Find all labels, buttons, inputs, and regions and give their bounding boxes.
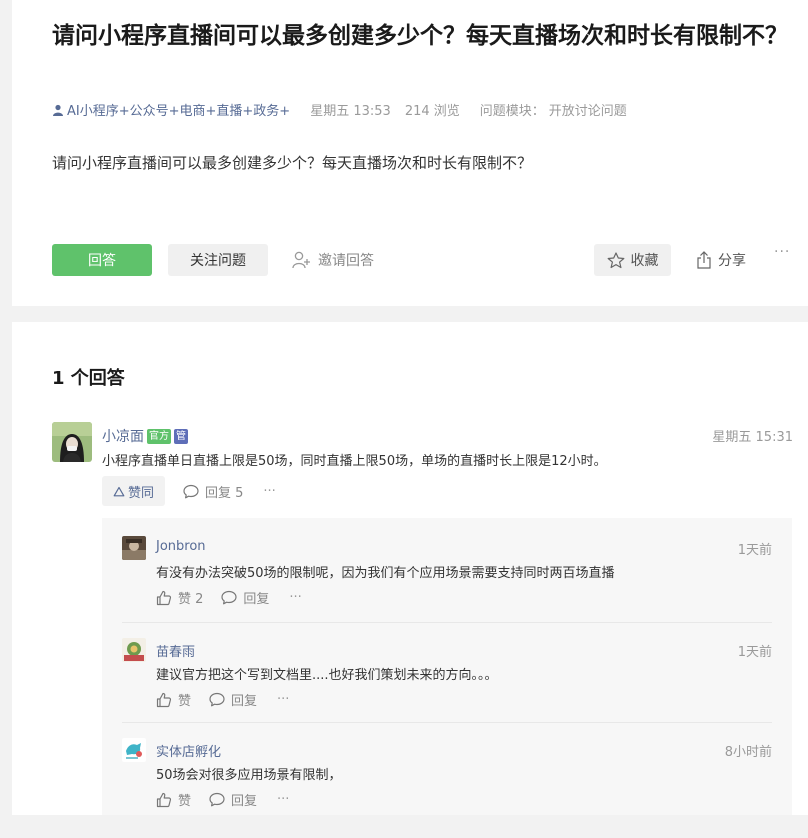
reply-actions: 赞 2 回复 ··· [156,588,302,607]
thumbs-up-icon [156,792,172,807]
reply-reply-label: 回复 [231,694,258,709]
reply-avatar[interactable] [122,536,146,560]
answer-reply-button[interactable]: 回复 5 [183,482,243,501]
reply-content: 有没有办法突破50场的限制呢，因为我们有个应用场景需要支持同时两百场直播 [156,566,615,581]
reply-more-button[interactable]: ··· [277,692,289,707]
answer-author-name[interactable]: 小凉面 [102,426,144,446]
collect-label: 收藏 [630,253,659,269]
reply-more-button[interactable]: ··· [277,792,289,807]
answer-more-button[interactable]: ··· [263,484,275,499]
thumbs-up-icon [156,692,172,707]
question-views: 214 浏览 [404,104,460,119]
reply-divider [122,722,772,723]
question-author-name: AI小程序+公众号+电商+直播+政务+ [67,104,291,119]
reply-time: 1天前 [737,543,772,558]
reply-content: 建议官方把这个写到文档里....也好我们策划未来的方向。。。 [156,668,498,683]
answer-author-row: 小凉面 官方 管 [102,426,188,446]
reply-actions: 赞 回复 ··· [156,790,289,809]
reply-author-name[interactable]: 实体店孵化 [156,741,221,760]
reply-time: 1天前 [737,645,772,660]
answer-reply-label: 回复 5 [205,485,244,501]
replies-panel: Jonbron 1天前 有没有办法突破50场的限制呢，因为我们有个应用场景需要支… [102,518,792,815]
comment-icon [221,590,238,605]
reply-author-name[interactable]: Jonbron [156,539,206,554]
reply-avatar-image [122,738,146,762]
answers-card: 1 个回答 小凉面 官方 管 星期五 15:31 小程序直播单日直播上限是50场… [12,322,808,815]
answer-actions: 赞同 回复 5 ··· [102,476,276,506]
answer-time: 星期五 15:31 [712,430,793,445]
reply-more-button[interactable]: ··· [289,590,301,605]
reply-actions: 赞 回复 ··· [156,690,289,709]
invite-user-icon [292,251,310,269]
question-author-link[interactable]: AI小程序+公众号+电商+直播+政务+ [52,100,290,119]
triangle-up-icon [113,486,125,496]
share-button[interactable]: 分享 [696,244,746,276]
reply-item: 实体店孵化 8小时前 50场会对很多应用场景有限制， 赞 回复 ··· [122,738,772,838]
agree-button[interactable]: 赞同 [102,476,165,506]
question-meta: AI小程序+公众号+电商+直播+政务+ 星期五 13:53 214 浏览 问题模… [52,100,627,119]
reply-content: 50场会对很多应用场景有限制， [156,768,342,783]
share-icon [697,251,711,269]
reply-avatar[interactable] [122,638,146,662]
more-options-button[interactable]: ··· [774,244,790,272]
answers-count: 1 个回答 [52,368,125,389]
star-icon [607,251,624,268]
question-module-link[interactable]: 开放讨论问题 [549,100,627,119]
question-title: 请问小程序直播间可以最多创建多少个？每天直播场次和时长有限制不？ [52,23,788,49]
admin-badge: 管 [174,428,188,444]
official-badge: 官方 [147,428,171,444]
answer-content: 小程序直播单日直播上限是50场，同时直播上限50场，单场的直播时长上限是12小时… [102,454,607,469]
reply-avatar-image [122,536,146,560]
invite-answer-label: 邀请回答 [318,253,374,269]
comment-icon [183,484,199,498]
reply-avatar-image [122,638,146,662]
user-icon [53,104,63,116]
reply-like-button[interactable]: 赞 [156,690,191,709]
reply-reply-button[interactable]: 回复 [209,690,257,709]
agree-label: 赞同 [127,485,154,501]
question-card: 请问小程序直播间可以最多创建多少个？每天直播场次和时长有限制不？ AI小程序+公… [12,0,808,306]
comment-icon [209,692,225,707]
reply-reply-button[interactable]: 回复 [221,588,269,607]
reply-author-name[interactable]: 苗春雨 [156,641,195,660]
answer-avatar-image [52,422,92,462]
reply-reply-label: 回复 [243,592,270,607]
reply-item: 苗春雨 1天前 建议官方把这个写到文档里....也好我们策划未来的方向。。。 赞… [122,638,772,738]
reply-like-button[interactable]: 赞 [156,790,191,809]
reply-like-button[interactable]: 赞 2 [156,588,203,607]
reply-like-label: 赞 [178,694,192,709]
reply-like-label: 赞 2 [178,592,204,607]
follow-question-button[interactable]: 关注问题 [168,244,268,276]
reply-avatar[interactable] [122,738,146,762]
question-module-label: 问题模块： [479,104,545,119]
reply-like-label: 赞 [178,794,192,809]
thumbs-up-icon [156,590,172,605]
reply-reply-label: 回复 [231,794,258,809]
collect-button[interactable]: 收藏 [594,244,671,276]
reply-reply-button[interactable]: 回复 [209,790,257,809]
comment-icon [209,792,225,807]
reply-item: Jonbron 1天前 有没有办法突破50场的限制呢，因为我们有个应用场景需要支… [122,536,772,636]
reply-divider [122,622,772,623]
avatar[interactable] [52,422,92,462]
question-body: 请问小程序直播间可以最多创建多少个？每天直播场次和时长有限制不？ [52,154,533,172]
question-time: 星期五 13:53 [310,104,391,119]
share-label: 分享 [718,253,746,269]
question-actions: 回答 关注问题 邀请回答 收藏 分享 ··· [52,244,798,276]
answer-button[interactable]: 回答 [52,244,152,276]
invite-answer-button[interactable]: 邀请回答 [292,244,374,276]
reply-time: 8小时前 [724,745,772,760]
